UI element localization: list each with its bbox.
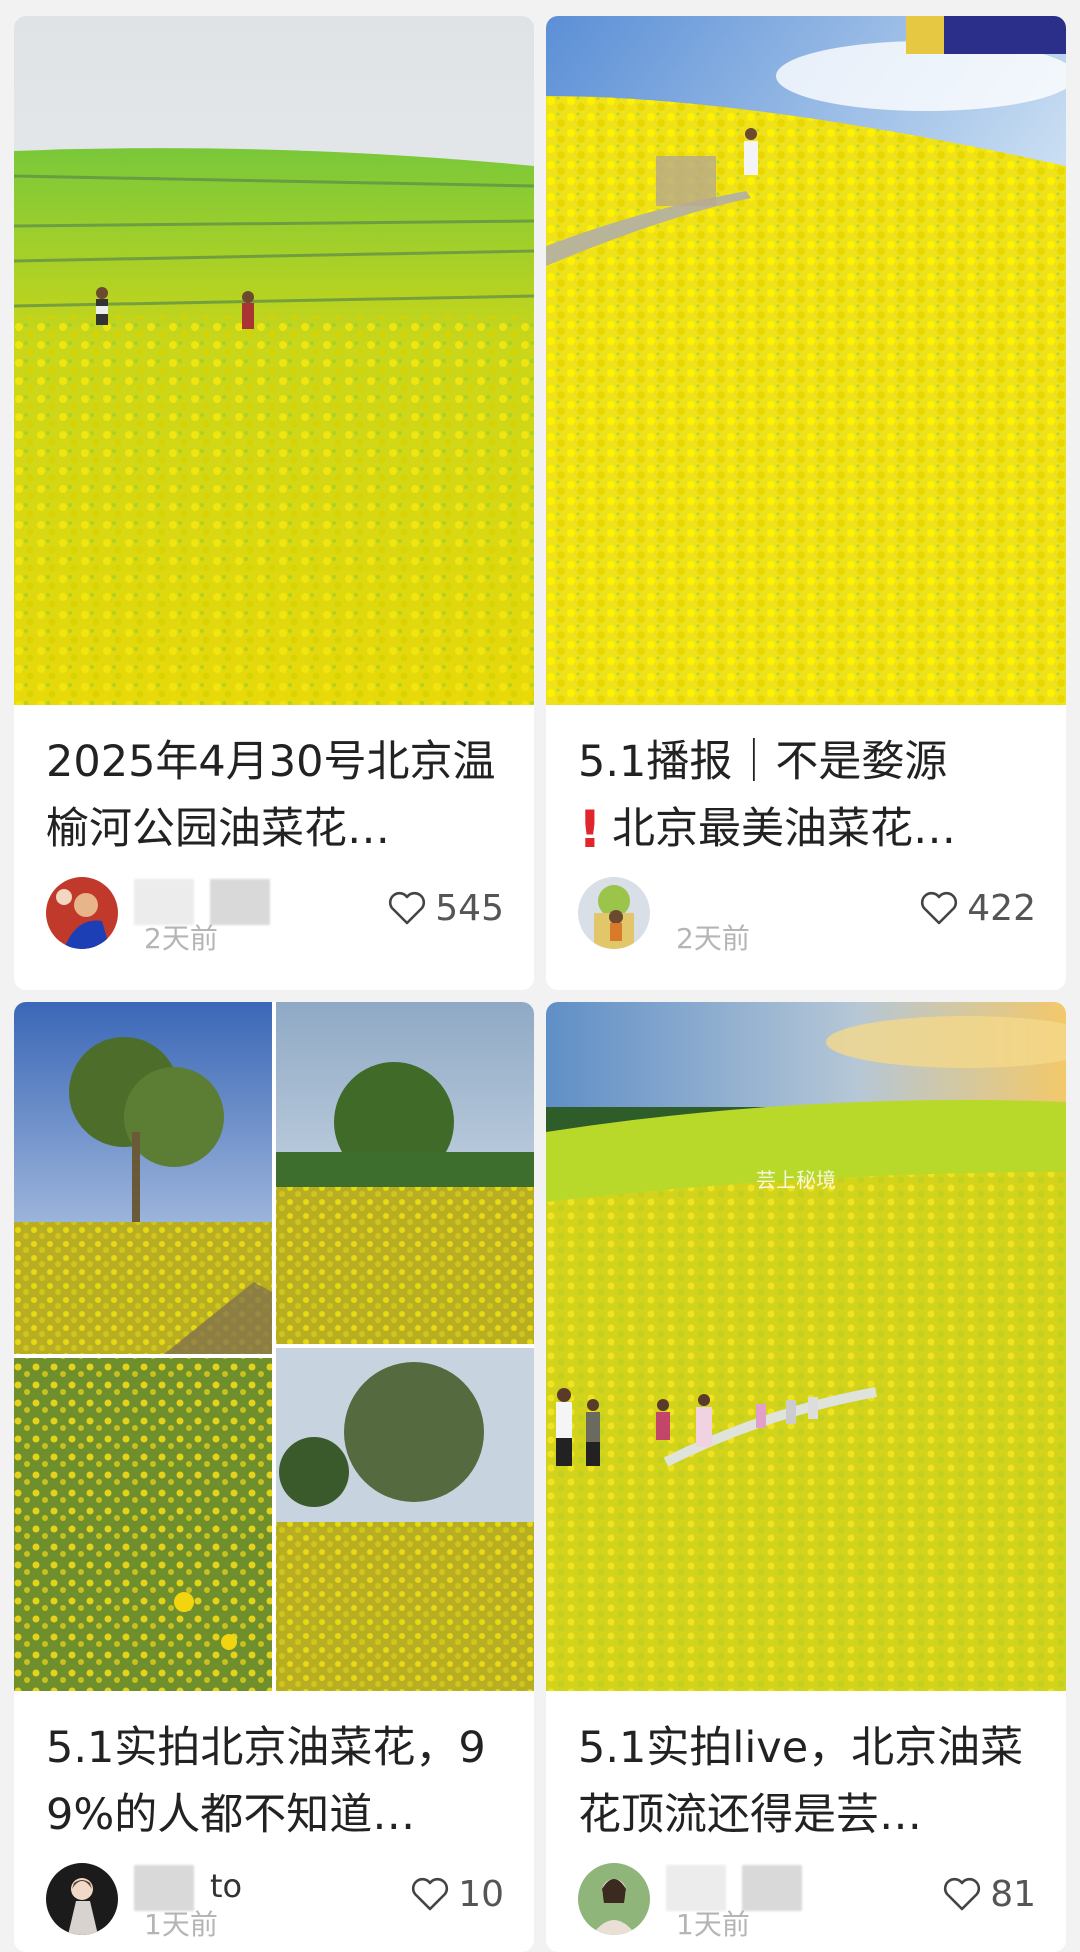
- feed-card[interactable]: 芸上秘境 5.1实拍live，北京油菜花顶流还得是芸… 1天前 81: [546, 1002, 1066, 1952]
- heart-outline-icon: [944, 1877, 981, 1911]
- like-button[interactable]: 422: [919, 883, 1036, 933]
- post-time: 1天前: [676, 1908, 750, 1941]
- feed-card[interactable]: 5.1实拍北京油菜花，99%的人都不知道… to 1天前 10: [14, 1002, 534, 1952]
- like-button[interactable]: 81: [942, 1869, 1036, 1919]
- post-title-part: 北京最美油菜花…: [612, 804, 956, 854]
- like-count: 81: [990, 1873, 1036, 1915]
- post-meta: 2天前 422: [546, 877, 1066, 967]
- author-name-visible: to: [210, 1867, 243, 1905]
- post-meta: to 1天前 10: [14, 1863, 534, 1952]
- post-time: 2天前: [144, 922, 218, 955]
- post-time: 2天前: [676, 922, 750, 955]
- post-title[interactable]: 2025年4月30号北京温榆河公园油菜花…: [46, 729, 502, 863]
- cover-watermark: 芸上秘境: [756, 1168, 836, 1192]
- avatar[interactable]: [578, 877, 650, 949]
- blurred-username: [742, 1865, 802, 1911]
- feed-card[interactable]: 2025年4月30号北京温榆河公园油菜花… 2天前 545: [14, 16, 534, 990]
- like-button[interactable]: 10: [410, 1869, 504, 1919]
- post-title-part: 5.1播报｜不是婺源: [578, 737, 948, 787]
- avatar[interactable]: [46, 1863, 118, 1935]
- post-meta: 1天前 81: [546, 1863, 1066, 1952]
- feed-card[interactable]: 5.1播报｜不是婺源 ! 北京最美油菜花… 2天前 422: [546, 16, 1066, 990]
- post-title[interactable]: 5.1实拍live，北京油菜花顶流还得是芸…: [578, 1715, 1034, 1849]
- exclamation-icon: !: [578, 800, 602, 860]
- heart-outline-icon: [921, 891, 958, 925]
- like-count: 422: [967, 887, 1036, 929]
- avatar[interactable]: [578, 1863, 650, 1935]
- post-meta: 2天前 545: [14, 877, 534, 967]
- post-time: 1天前: [144, 1908, 218, 1941]
- collage-photo: [14, 1002, 534, 1691]
- like-count: 545: [435, 887, 504, 929]
- post-title[interactable]: 5.1播报｜不是婺源 ! 北京最美油菜花…: [578, 729, 1034, 863]
- heart-outline-icon: [389, 891, 426, 925]
- rapeseed-park-photo: 芸上秘境: [546, 1002, 1066, 1691]
- avatar[interactable]: [46, 877, 118, 949]
- cover-image[interactable]: [546, 16, 1066, 705]
- cover-image[interactable]: 芸上秘境: [546, 1002, 1066, 1691]
- heart-outline-icon: [412, 1877, 449, 1911]
- blurred-username: [210, 879, 270, 925]
- cover-image[interactable]: [14, 16, 534, 705]
- like-count: 10: [458, 1873, 504, 1915]
- like-button[interactable]: 545: [387, 883, 504, 933]
- rapeseed-field-photo: [14, 16, 534, 705]
- cover-image[interactable]: [14, 1002, 534, 1691]
- rapeseed-hill-photo: [546, 16, 1066, 705]
- post-title[interactable]: 5.1实拍北京油菜花，99%的人都不知道…: [46, 1715, 502, 1849]
